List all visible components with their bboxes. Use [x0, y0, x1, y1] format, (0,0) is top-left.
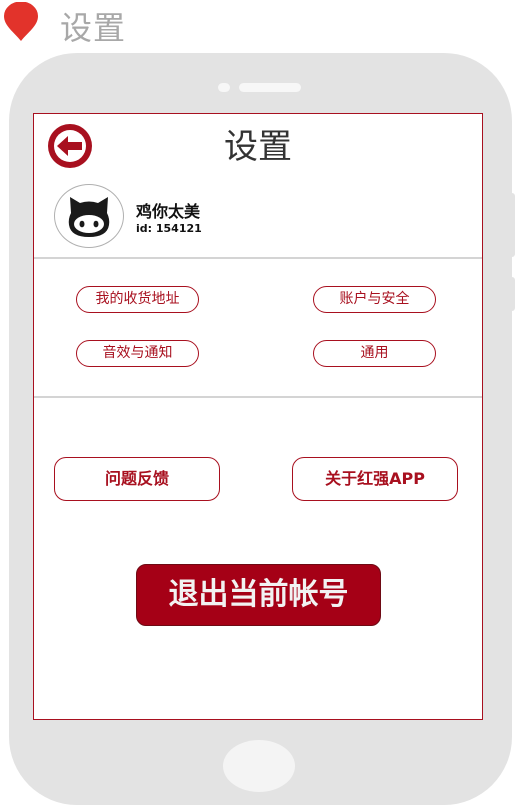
user-name: 鸡你太美	[136, 202, 201, 221]
phone-home-button[interactable]	[223, 740, 295, 792]
about-app-button[interactable]: 关于红强APP	[292, 457, 458, 501]
shipping-address-button[interactable]: 我的收货地址	[76, 286, 199, 313]
phone-power-button	[506, 277, 515, 311]
map-pin-icon	[4, 2, 38, 41]
feedback-button[interactable]: 问题反馈	[54, 457, 220, 501]
divider	[34, 396, 482, 398]
logout-button[interactable]: 退出当前帐号	[136, 564, 381, 626]
screen-title: 设置	[224, 127, 292, 167]
phone-speaker	[239, 83, 301, 92]
avatar[interactable]	[54, 184, 124, 248]
user-id: id: 154121	[136, 222, 202, 235]
sound-notification-button[interactable]: 音效与通知	[76, 340, 199, 367]
account-security-button[interactable]: 账户与安全	[313, 286, 436, 313]
phone-volume-button	[506, 193, 515, 257]
github-octocat-icon	[68, 197, 110, 237]
phone-screen: 设置 鸡你太美 id: 154121 我的收货地址 账户与安全 音效与通知 通用…	[33, 113, 483, 720]
page-label: 设置	[60, 9, 127, 47]
phone-camera	[218, 83, 230, 92]
general-settings-button[interactable]: 通用	[313, 340, 436, 367]
divider	[34, 257, 482, 259]
